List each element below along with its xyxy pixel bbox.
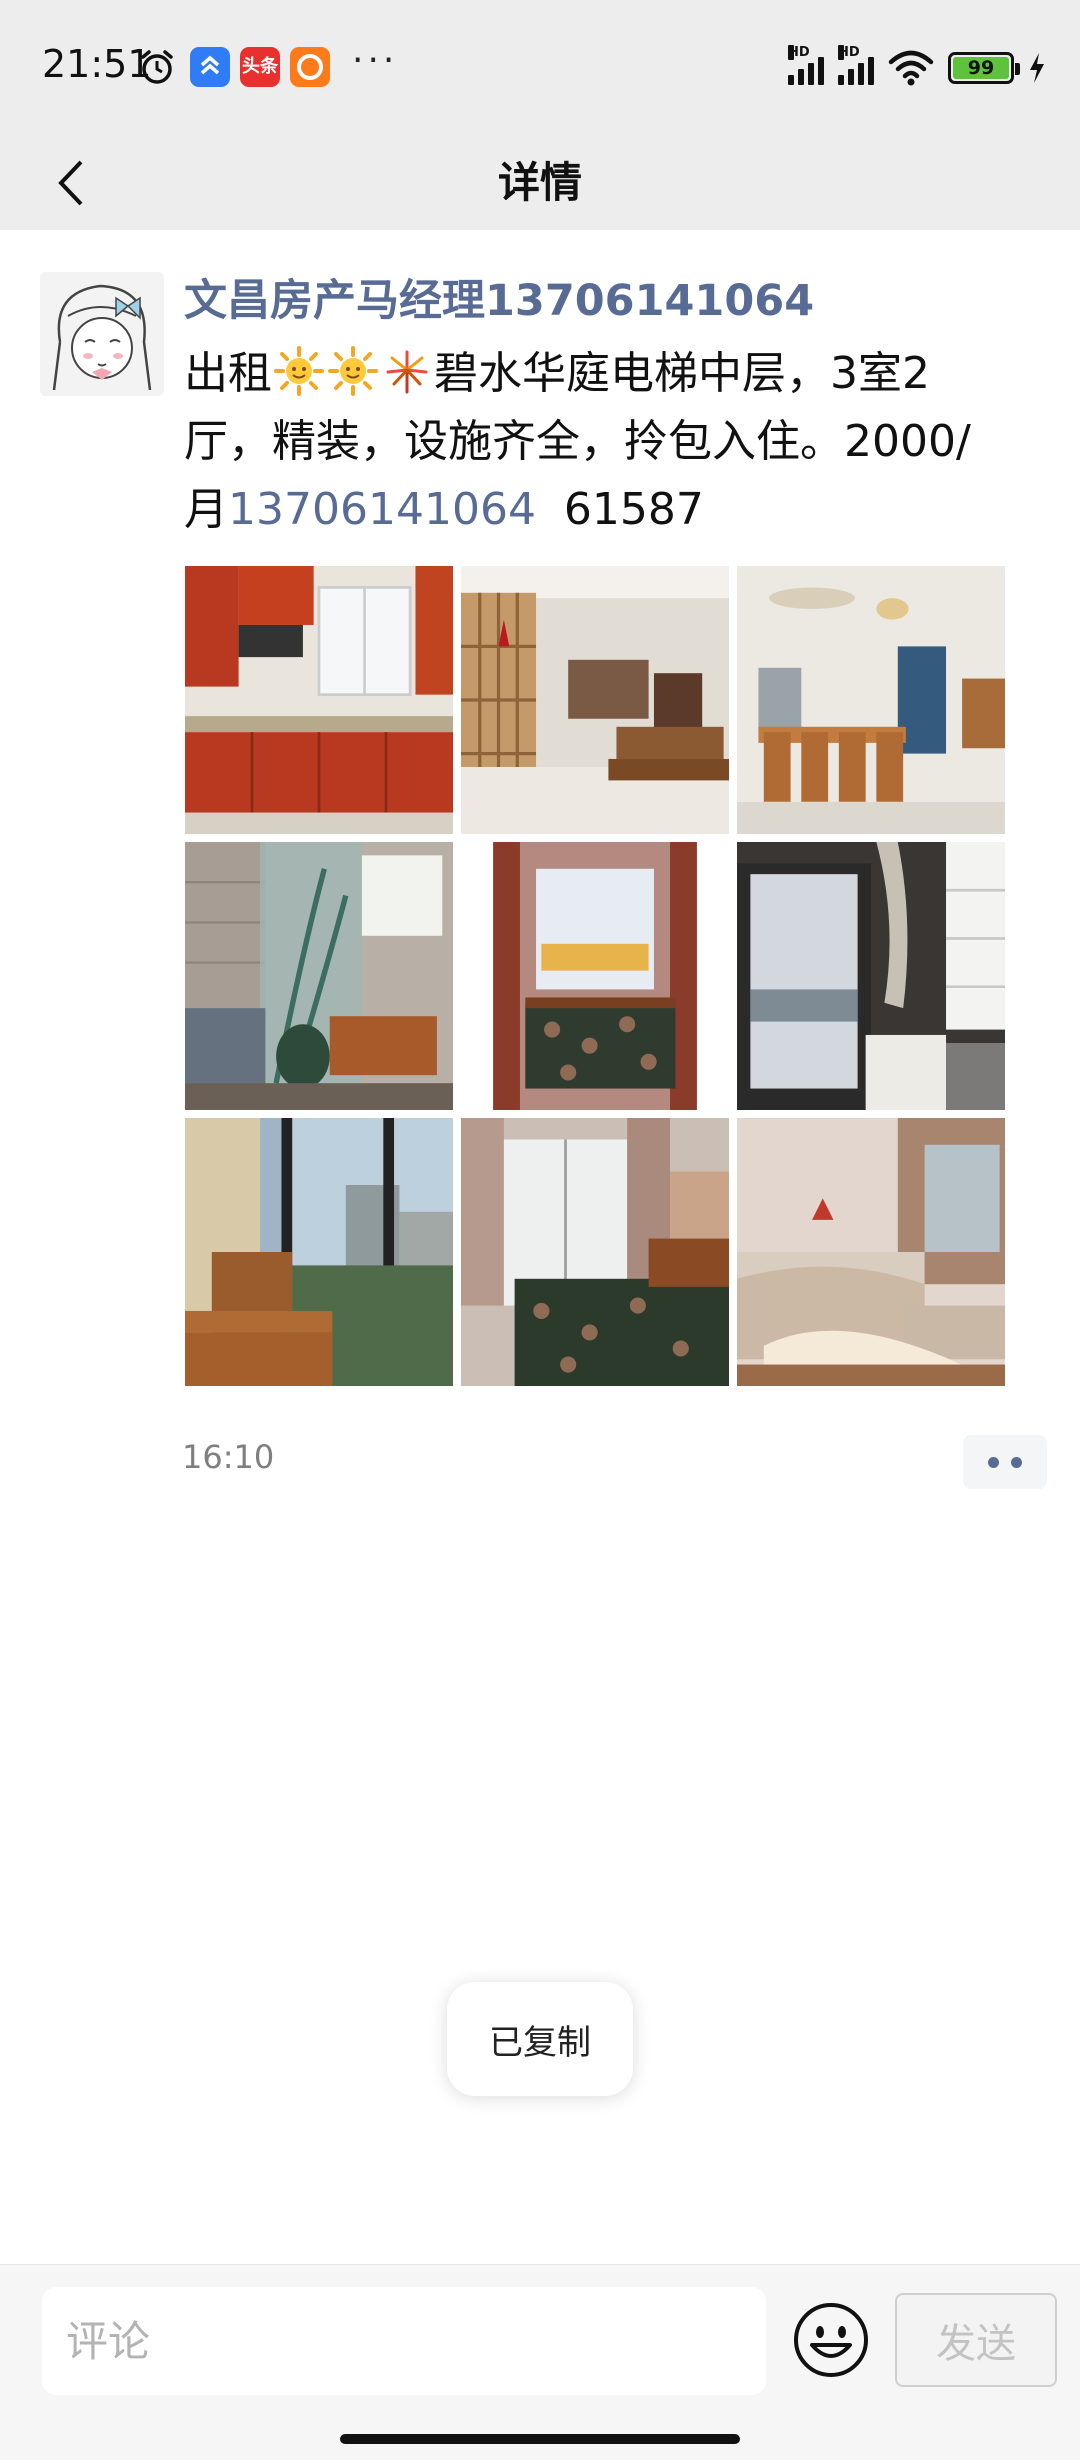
post-content: 出租 碧水华庭电梯中层，3室2厅，精装，设施齐全，拎包入住。2000/月1370…: [184, 340, 1014, 544]
comment-input[interactable]: [42, 2287, 766, 2395]
photo-thumbnail[interactable]: [461, 1118, 729, 1386]
sun-face-icon: [274, 346, 324, 396]
photo-thumbnail[interactable]: [737, 842, 1005, 1110]
firework-icon: [386, 350, 428, 394]
photo-thumbnail[interactable]: [185, 566, 453, 834]
alarm-icon: [141, 50, 173, 84]
dot-icon: [988, 1456, 999, 1468]
photo-thumbnail[interactable]: [185, 1118, 453, 1386]
status-time: 21:51: [42, 42, 152, 86]
cartoon-girl-avatar-icon: [40, 272, 164, 396]
avatar[interactable]: [40, 272, 164, 396]
wifi-icon: [888, 50, 934, 86]
battery-icon: 99: [948, 52, 1020, 84]
photo-thumbnail[interactable]: [737, 1118, 1005, 1386]
status-bar: 21:51 头条 ··· HD HD 99: [0, 0, 1080, 135]
phone-number-link[interactable]: 13706141064: [228, 484, 536, 535]
dot-icon: [1011, 1456, 1022, 1468]
status-indicators: HD HD 99: [788, 45, 1046, 90]
photo-thumbnail[interactable]: [737, 566, 1005, 834]
copied-toast: 已复制: [447, 1982, 633, 2096]
post-text-prefix: 出租: [184, 348, 272, 399]
signal-icon: HD: [788, 45, 824, 85]
page-title: 详情: [497, 158, 582, 207]
post-text-suffix: 61587: [535, 484, 704, 535]
post-time: 16:10: [182, 1438, 275, 1476]
taobao-app-icon: [290, 47, 330, 87]
battery-level: 99: [953, 57, 1009, 79]
top-navigation-bar: 详情: [0, 135, 1080, 230]
signal-icon: HD: [838, 45, 874, 85]
charging-icon: [1030, 53, 1044, 83]
home-indicator[interactable]: [340, 2434, 740, 2444]
photo-grid: [185, 566, 1005, 1386]
photo-thumbnail[interactable]: [461, 566, 729, 834]
photo-thumbnail[interactable]: [461, 842, 729, 1110]
comment-bar: 发送: [0, 2264, 1080, 2460]
emoji-icon[interactable]: [792, 2301, 870, 2379]
toutiao-app-icon: 头条: [240, 47, 280, 87]
send-button[interactable]: 发送: [895, 2293, 1057, 2387]
more-actions-button[interactable]: [963, 1435, 1047, 1489]
more-notifications-icon: ···: [352, 40, 399, 81]
sun-face-icon: [328, 346, 378, 396]
photo-thumbnail[interactable]: [185, 842, 453, 1110]
app-notification-icon: [190, 47, 230, 87]
author-name-link[interactable]: 文昌房产马经理13706141064: [184, 272, 814, 330]
